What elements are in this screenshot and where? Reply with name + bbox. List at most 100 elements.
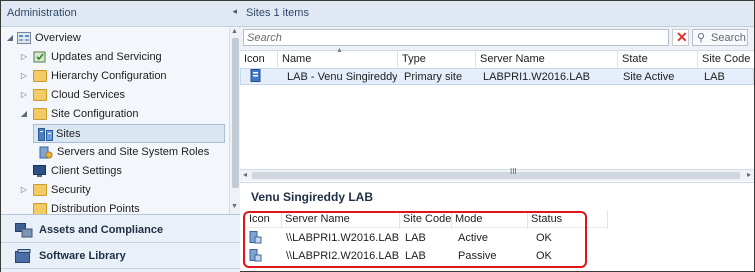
folder-icon (33, 89, 47, 101)
status-cell: OK (536, 232, 552, 244)
mode-cell: Active (458, 232, 488, 244)
tree-item-overview[interactable]: ◢ Overview (1, 29, 229, 48)
tree-item-cloud-services[interactable]: ▷ Cloud Services (1, 86, 229, 105)
search-icon: ⚲ (697, 32, 706, 44)
collapsed-arrow-icon[interactable]: ▷ (19, 52, 29, 61)
column-header-icon[interactable]: Icon (240, 51, 278, 68)
tree-item-label: Distribution Points (51, 203, 140, 214)
tree-item-updates-and-servicing[interactable]: ▷ Updates and Servicing (1, 48, 229, 67)
primary-site-icon (250, 69, 262, 83)
tree-item-label: Servers and Site System Roles (57, 146, 210, 158)
sites-grid: Icon Name ▲ Type Server Name State Site … (240, 47, 754, 171)
column-header-state[interactable]: State (618, 51, 698, 68)
column-header-site-code[interactable]: Site Code (698, 51, 754, 68)
site-code-cell: LAB (405, 232, 426, 244)
tree-item-security[interactable]: ▷ Security (1, 181, 229, 200)
detail-column-header-server-name[interactable]: Server Name (282, 211, 400, 228)
tree-vertical-scrollbar[interactable]: ▲ ▼ (229, 28, 240, 214)
detail-column-header-status[interactable]: Status (528, 211, 608, 228)
tree-item-label: Security (51, 184, 91, 196)
tree-item-sites[interactable]: Sites (33, 124, 225, 143)
grid-horizontal-scrollbar[interactable]: ◂ III ▸ (240, 167, 754, 181)
software-library-icon (15, 249, 31, 263)
workspace-title: Administration (7, 7, 77, 19)
scroll-down-icon[interactable]: ▼ (231, 203, 238, 210)
table-row[interactable]: \\LABPRI2.W2016.LAB LAB Passive OK (240, 248, 754, 266)
tree-item-hierarchy-configuration[interactable]: ▷ Hierarchy Configuration (1, 67, 229, 86)
site-type-cell: Primary site (404, 71, 463, 83)
tree-item-label: Site Configuration (51, 108, 139, 120)
list-title: Sites 1 items (246, 7, 309, 19)
status-cell: OK (536, 250, 552, 262)
site-name-cell: LAB - Venu Singireddy L... (287, 71, 397, 83)
folder-icon (33, 108, 47, 120)
server-name-cell: \\LABPRI2.W2016.LAB (286, 250, 400, 262)
tree-item-servers-and-site-system-roles[interactable]: Servers and Site System Roles (1, 143, 229, 162)
tree-item-label: Client Settings (51, 165, 122, 177)
details-pane: Venu Singireddy LAB Icon Server Name Sit… (240, 182, 754, 271)
detail-column-header-mode[interactable]: Mode (452, 211, 528, 228)
folder-icon (33, 184, 47, 196)
search-input[interactable] (243, 29, 669, 46)
overview-icon (17, 32, 31, 44)
details-title: Venu Singireddy LAB (251, 190, 374, 204)
content-pane: Sites 1 items ✕ ⚲ Search Icon Name ▲ Typ… (240, 1, 754, 271)
scrollbar-thumb[interactable] (232, 38, 239, 188)
site-code-cell: LAB (405, 250, 426, 262)
scroll-up-icon[interactable]: ▲ (231, 28, 238, 35)
sites-icon (38, 128, 53, 141)
expanded-arrow-icon[interactable]: ◢ (5, 33, 15, 42)
navigation-tree: ◢ Overview ▷ Updates and Servicing ▷ Hie… (1, 28, 229, 214)
folder-icon (33, 70, 47, 82)
column-header-server-name[interactable]: Server Name (476, 51, 618, 68)
workspace-switcher: Assets and Compliance Software Library (1, 214, 240, 272)
tree-item-site-configuration[interactable]: ◢ Site Configuration (1, 105, 229, 124)
scroll-left-icon[interactable]: ◂ (243, 170, 247, 179)
tree-item-label: Hierarchy Configuration (51, 70, 167, 82)
collapsed-arrow-icon[interactable]: ▷ (19, 71, 29, 80)
navigation-header: Administration ◂ (1, 1, 240, 27)
detail-column-header-icon[interactable]: Icon (246, 211, 282, 228)
table-row[interactable]: \\LABPRI1.W2016.LAB LAB Active OK (240, 230, 754, 248)
tree-item-label: Sites (56, 128, 81, 140)
workspace-label: Assets and Compliance (39, 224, 164, 236)
workspace-assets-and-compliance[interactable]: Assets and Compliance (1, 217, 240, 243)
search-button[interactable]: ⚲ Search (692, 29, 748, 46)
server-name-cell: LABPRI1.W2016.LAB (483, 71, 591, 83)
tree-item-client-settings[interactable]: Client Settings (1, 162, 229, 181)
scrollbar-grip: III (510, 167, 517, 176)
scroll-right-icon[interactable]: ▸ (747, 170, 751, 179)
tree-item-label: Updates and Servicing (51, 51, 162, 63)
search-bar: ✕ ⚲ Search (240, 27, 754, 51)
server-name-cell: \\LABPRI1.W2016.LAB (286, 232, 400, 244)
workspace-software-library[interactable]: Software Library (1, 243, 240, 269)
tree-item-distribution-points[interactable]: Distribution Points (1, 200, 229, 214)
tree-item-label: Overview (35, 32, 81, 44)
site-server-icon (249, 249, 262, 262)
detail-column-header-site-code[interactable]: Site Code (400, 211, 452, 228)
navigation-pane: Administration ◂ ◢ Overview ▷ Updates an… (1, 1, 240, 272)
collapse-pane-icon[interactable]: ◂ (232, 6, 237, 17)
assets-icon (15, 223, 33, 238)
updates-icon (33, 51, 47, 63)
workspace-label: Software Library (39, 250, 126, 262)
servers-icon (39, 146, 53, 159)
close-icon: ✕ (676, 29, 688, 45)
clear-search-button[interactable]: ✕ (672, 29, 689, 46)
site-server-icon (249, 231, 262, 244)
mode-cell: Passive (458, 250, 497, 262)
site-code-cell: LAB (704, 71, 725, 83)
collapsed-arrow-icon[interactable]: ▷ (19, 185, 29, 194)
folder-icon (33, 203, 47, 214)
sort-ascending-icon: ▲ (336, 47, 343, 54)
scrollbar-thumb[interactable] (252, 172, 740, 179)
expanded-arrow-icon[interactable]: ◢ (19, 109, 29, 118)
column-header-type[interactable]: Type (398, 51, 476, 68)
state-cell: Site Active (623, 71, 675, 83)
client-settings-icon (33, 165, 47, 177)
column-header-label: Name (282, 53, 312, 65)
collapsed-arrow-icon[interactable]: ▷ (19, 90, 29, 99)
content-header: Sites 1 items (240, 1, 754, 27)
table-row[interactable]: LAB - Venu Singireddy L... Primary site … (240, 68, 754, 85)
search-button-label: Search (711, 32, 746, 44)
